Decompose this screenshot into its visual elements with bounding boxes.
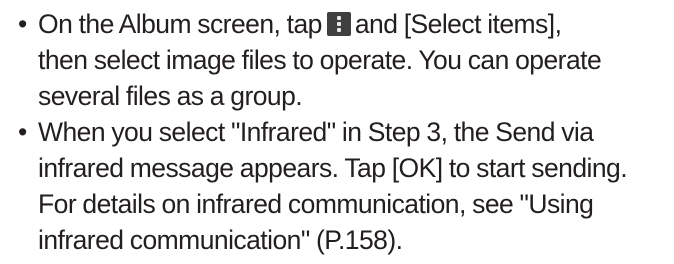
note-line: When you select "Infrared" in Step 3, th…: [38, 117, 594, 147]
note-line: On the Album screen, tap and [Select item…: [38, 6, 662, 42]
bullet: •: [18, 117, 27, 147]
note-line: For details on infrared communication, s…: [38, 189, 594, 219]
note-item-select-items: • On the Album screen, tap and [Select it…: [12, 6, 662, 114]
note-line: infrared message appears. Tap [OK] to st…: [38, 153, 628, 183]
note-line: infrared communication" (P.158).: [38, 225, 403, 255]
bullet: •: [18, 9, 27, 39]
note-line: then select image files to operate. You …: [38, 45, 602, 75]
note-text: On the Album screen, tap: [38, 9, 322, 39]
note-text: and [Select items],: [354, 9, 562, 39]
notes-list: • On the Album screen, tap and [Select it…: [12, 6, 662, 258]
note-item-infrared: • When you select "Infrared" in Step 3, …: [12, 114, 662, 258]
menu-icon: [326, 12, 351, 36]
note-line: several files as a group.: [38, 81, 303, 111]
